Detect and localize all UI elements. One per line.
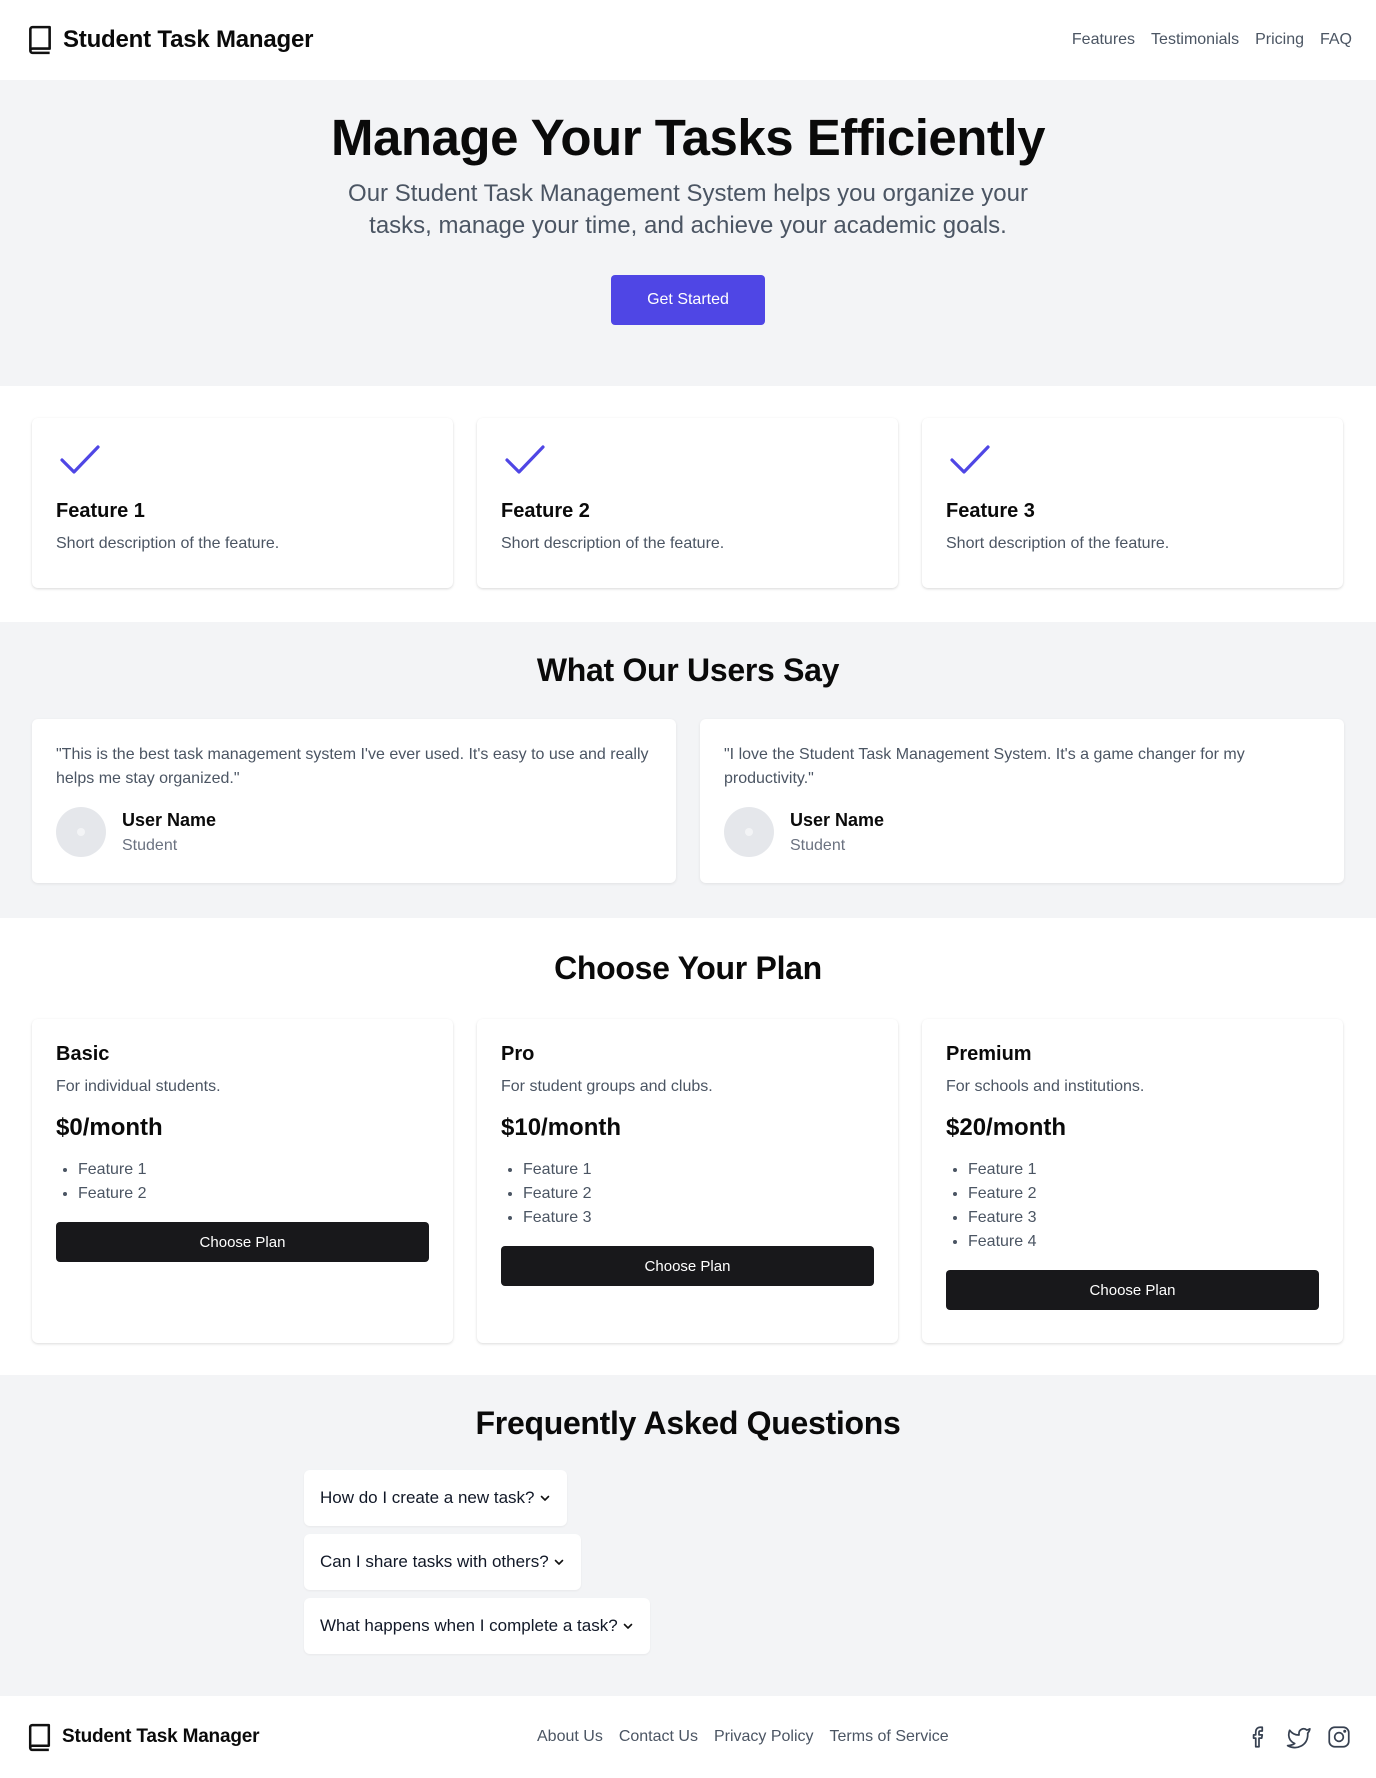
nav-link-pricing[interactable]: Pricing	[1255, 31, 1304, 49]
avatar-placeholder-icon	[77, 828, 85, 836]
brand-title: Student Task Manager	[63, 26, 314, 53]
chevron-down-icon	[554, 1559, 563, 1565]
features-section: Feature 1 Short description of the featu…	[0, 386, 1376, 622]
plan-feature: Feature 3	[968, 1206, 1319, 1230]
faq-section: Frequently Asked Questions How do I crea…	[0, 1375, 1376, 1696]
plan-card-premium: Premium For schools and institutions. $2…	[922, 1019, 1343, 1343]
site-footer: Student Task Manager About Us Contact Us…	[0, 1696, 1376, 1778]
footer-link-about[interactable]: About Us	[537, 1728, 603, 1746]
plan-price: $10/month	[501, 1114, 622, 1141]
plan-price: $20/month	[946, 1114, 1067, 1141]
feature-description: Short description of the feature.	[56, 535, 280, 552]
pricing-section: Choose Your Plan Basic For individual st…	[0, 918, 1376, 1375]
plan-feature: Feature 4	[968, 1230, 1319, 1254]
faq-item[interactable]: What happens when I complete a task?	[304, 1598, 650, 1654]
nav-link-faq[interactable]: FAQ	[1320, 31, 1352, 49]
user-role: Student	[122, 836, 178, 854]
feature-title: Feature 2	[501, 500, 590, 522]
faq-question: What happens when I complete a task?	[320, 1616, 618, 1635]
pricing-title: Choose Your Plan	[554, 950, 822, 986]
main-nav: Features Testimonials Pricing FAQ	[1072, 31, 1352, 49]
testimonial-card: "I love the Student Task Management Syst…	[700, 719, 1344, 883]
faq-list: How do I create a new task? Can I share …	[304, 1470, 1376, 1654]
testimonial-user: User Name Student	[724, 807, 1320, 857]
plan-feature-list: Feature 1 Feature 2	[56, 1158, 429, 1206]
page: Student Task Manager Features Testimonia…	[0, 0, 1376, 1778]
plan-name: Pro	[501, 1043, 535, 1065]
testimonial-quote: "I love the Student Task Management Syst…	[724, 746, 1245, 787]
plan-feature: Feature 1	[523, 1158, 874, 1182]
plan-feature: Feature 3	[523, 1206, 874, 1230]
footer-link-privacy[interactable]: Privacy Policy	[714, 1728, 814, 1746]
plan-feature: Feature 2	[968, 1182, 1319, 1206]
site-header: Student Task Manager Features Testimonia…	[0, 0, 1376, 80]
plan-feature: Feature 1	[78, 1158, 429, 1182]
testimonial-quote: "This is the best task management system…	[56, 746, 649, 787]
testimonial-card: "This is the best task management system…	[32, 719, 676, 883]
book-icon	[28, 1723, 51, 1751]
plan-description: For individual students.	[56, 1078, 221, 1095]
feature-title: Feature 1	[56, 500, 145, 522]
chevron-down-icon	[623, 1623, 632, 1629]
check-icon	[60, 445, 100, 474]
plan-card-pro: Pro For student groups and clubs. $10/mo…	[477, 1019, 898, 1343]
footer-link-terms[interactable]: Terms of Service	[830, 1728, 949, 1746]
plan-description: For schools and institutions.	[946, 1078, 1145, 1095]
feature-card: Feature 3 Short description of the featu…	[922, 418, 1343, 588]
faq-item[interactable]: Can I share tasks with others?	[304, 1534, 581, 1590]
brand[interactable]: Student Task Manager	[27, 25, 313, 55]
plan-description: For student groups and clubs.	[501, 1078, 713, 1095]
plan-feature-list: Feature 1 Feature 2 Feature 3	[501, 1158, 874, 1230]
plan-feature: Feature 2	[523, 1182, 874, 1206]
footer-brand[interactable]: Student Task Manager	[27, 1723, 260, 1752]
feature-title: Feature 3	[946, 500, 1035, 522]
feature-description: Short description of the feature.	[946, 535, 1170, 552]
plan-feature: Feature 1	[968, 1158, 1319, 1182]
feature-card: Feature 1 Short description of the featu…	[32, 418, 453, 588]
user-name: User Name	[790, 809, 885, 830]
nav-link-features[interactable]: Features	[1072, 31, 1135, 49]
faq-question: Can I share tasks with others?	[320, 1552, 549, 1571]
social-links	[1246, 1696, 1352, 1778]
book-icon	[29, 25, 51, 55]
get-started-button[interactable]: Get Started	[611, 275, 765, 326]
hero-section: Manage Your Tasks Efficiently Our Studen…	[0, 80, 1376, 386]
faq-question: How do I create a new task?	[320, 1488, 535, 1507]
testimonials-title: What Our Users Say	[536, 652, 840, 688]
hero-title: Manage Your Tasks Efficiently	[331, 109, 1045, 166]
testimonial-user: User Name Student	[56, 807, 652, 857]
choose-plan-button[interactable]: Choose Plan	[946, 1270, 1319, 1310]
user-role: Student	[790, 836, 846, 854]
avatar	[724, 807, 774, 857]
choose-plan-button[interactable]: Choose Plan	[501, 1246, 874, 1286]
check-icon	[950, 445, 990, 474]
facebook-icon[interactable]	[1246, 1724, 1272, 1750]
faq-title: Frequently Asked Questions	[475, 1405, 901, 1441]
user-name: User Name	[122, 809, 217, 830]
footer-nav: About Us Contact Us Privacy Policy Terms…	[537, 1696, 949, 1778]
check-icon	[505, 445, 545, 474]
avatar-placeholder-icon	[745, 828, 753, 836]
choose-plan-button[interactable]: Choose Plan	[56, 1222, 429, 1262]
feature-description: Short description of the feature.	[501, 535, 725, 552]
nav-link-testimonials[interactable]: Testimonials	[1151, 31, 1239, 49]
twitter-icon[interactable]	[1286, 1724, 1312, 1750]
plan-price: $0/month	[56, 1114, 163, 1141]
plan-card-basic: Basic For individual students. $0/month …	[32, 1019, 453, 1343]
faq-item[interactable]: How do I create a new task?	[304, 1470, 567, 1526]
feature-card: Feature 2 Short description of the featu…	[477, 418, 898, 588]
chevron-down-icon	[540, 1495, 549, 1501]
footer-brand-title: Student Task Manager	[62, 1726, 260, 1747]
plan-feature: Feature 2	[78, 1182, 429, 1206]
testimonials-section: What Our Users Say "This is the best tas…	[0, 622, 1376, 918]
avatar	[56, 807, 106, 857]
plan-feature-list: Feature 1 Feature 2 Feature 3 Feature 4	[946, 1158, 1319, 1254]
plan-list: Basic For individual students. $0/month …	[0, 1019, 1376, 1343]
hero-subtitle: Our Student Task Management System helps…	[348, 180, 1028, 240]
footer-link-contact[interactable]: Contact Us	[619, 1728, 698, 1746]
plan-name: Premium	[946, 1043, 1032, 1065]
plan-name: Basic	[56, 1043, 110, 1065]
testimonial-list: "This is the best task management system…	[0, 719, 1376, 883]
instagram-icon[interactable]	[1326, 1724, 1352, 1750]
